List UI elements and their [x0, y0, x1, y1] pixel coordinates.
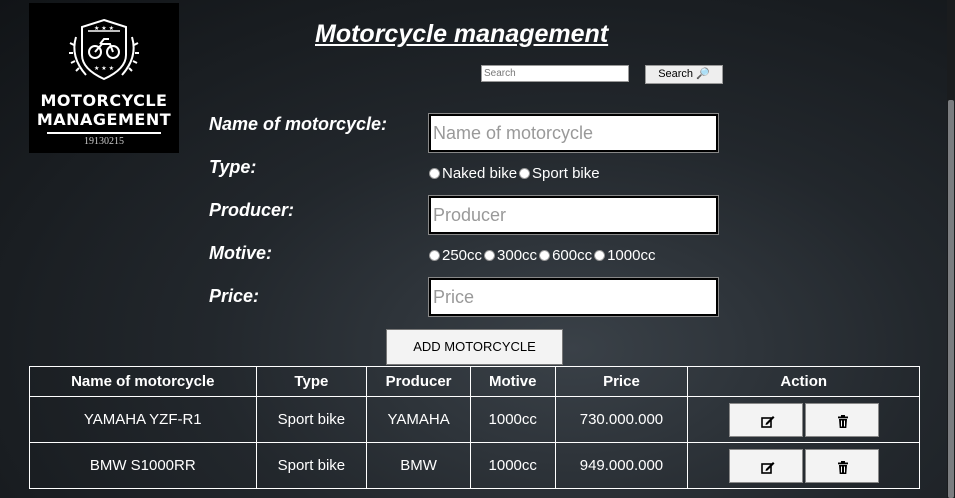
page-title: Motorcycle management — [315, 20, 609, 48]
motive-option-label: 1000cc — [607, 247, 656, 264]
edit-button[interactable] — [728, 402, 803, 437]
type-radio-group: Naked bike Sport bike — [429, 165, 602, 182]
motive-option-1000[interactable]: 1000cc — [594, 247, 655, 264]
shield-emblem-icon: ★ ★ ★ ★ ★ ★ — [69, 18, 139, 81]
radio-button[interactable] — [429, 250, 440, 261]
price-field[interactable] — [428, 277, 719, 317]
motive-option-250[interactable]: 250cc — [429, 247, 482, 264]
type-option-sport[interactable]: Sport bike — [519, 165, 600, 182]
edit-icon — [760, 415, 775, 428]
cell-name: BMW S1000RR — [29, 442, 257, 489]
search-button[interactable]: Search 🔎 — [645, 65, 723, 84]
cell-producer: YAMAHA — [366, 396, 471, 443]
price-label: Price: — [209, 286, 260, 306]
motive-option-label: 600cc — [552, 247, 593, 264]
header-price: Price — [554, 366, 689, 397]
search-input[interactable] — [481, 65, 629, 82]
radio-button[interactable] — [484, 250, 496, 261]
type-option-naked[interactable]: Naked bike — [429, 165, 517, 182]
motive-option-label: 250cc — [442, 247, 483, 264]
logo: ★ ★ ★ ★ ★ ★ MOTORCYCLE MANAGEMENT 191302… — [29, 3, 179, 153]
logo-line2: MANAGEMENT — [36, 110, 172, 129]
radio-button[interactable] — [519, 168, 531, 179]
trash-icon — [837, 460, 848, 474]
cell-actions — [687, 442, 920, 489]
name-label: Name of motorcycle: — [209, 114, 388, 134]
edit-button[interactable] — [728, 448, 803, 483]
table-header-row: Name of motorcycle Type Producer Motive … — [29, 366, 920, 397]
producer-field[interactable] — [428, 195, 719, 235]
motive-label: Motive: — [209, 243, 272, 263]
logo-line1: MOTORCYCLE — [40, 91, 168, 110]
cell-producer: BMW — [366, 442, 471, 489]
header-producer: Producer — [366, 366, 471, 397]
name-field[interactable] — [428, 113, 719, 153]
radio-button[interactable] — [594, 250, 606, 261]
cell-name: YAMAHA YZF-R1 — [29, 396, 257, 443]
svg-text:★ ★ ★: ★ ★ ★ — [94, 65, 114, 72]
type-option-label: Naked bike — [442, 165, 518, 182]
header-type: Type — [255, 366, 368, 397]
add-motorcycle-button[interactable]: ADD MOTORCYCLE — [386, 329, 563, 365]
type-label: Type: — [209, 157, 257, 177]
cell-actions — [687, 396, 920, 443]
cell-motive: 1000cc — [469, 396, 556, 443]
edit-icon — [760, 461, 775, 474]
logo-rule — [47, 132, 161, 134]
svg-text:★ ★ ★: ★ ★ ★ — [94, 25, 114, 32]
motive-option-300[interactable]: 300cc — [484, 247, 537, 264]
logo-code: 19130215 — [84, 136, 124, 147]
motive-radio-group: 250cc 300cc 600cc 1000cc — [429, 247, 657, 264]
cell-motive: 1000cc — [469, 442, 556, 489]
radio-button[interactable] — [429, 168, 440, 179]
scrollbar-thumb[interactable] — [948, 100, 954, 498]
header-motive: Motive — [469, 366, 556, 397]
trash-icon — [837, 414, 848, 428]
delete-button[interactable] — [804, 448, 879, 483]
cell-type: Sport bike — [255, 442, 368, 489]
motorcycle-table: Name of motorcycle Type Producer Motive … — [29, 366, 920, 489]
motive-option-600[interactable]: 600cc — [539, 247, 592, 264]
type-option-label: Sport bike — [532, 165, 600, 182]
delete-button[interactable] — [804, 402, 879, 437]
radio-button[interactable] — [539, 250, 551, 261]
cell-price: 949.000.000 — [554, 442, 689, 489]
header-name: Name of motorcycle — [29, 366, 257, 397]
header-action: Action — [687, 366, 920, 397]
cell-type: Sport bike — [255, 396, 368, 443]
producer-label: Producer: — [209, 200, 295, 220]
table-row: BMW S1000RR Sport bike BMW 1000cc 949.00… — [29, 442, 920, 489]
motive-option-label: 300cc — [497, 247, 538, 264]
page-scrollbar[interactable] — [947, 0, 955, 498]
cell-price: 730.000.000 — [554, 396, 689, 443]
table-row: YAMAHA YZF-R1 Sport bike YAMAHA 1000cc 7… — [29, 396, 920, 443]
